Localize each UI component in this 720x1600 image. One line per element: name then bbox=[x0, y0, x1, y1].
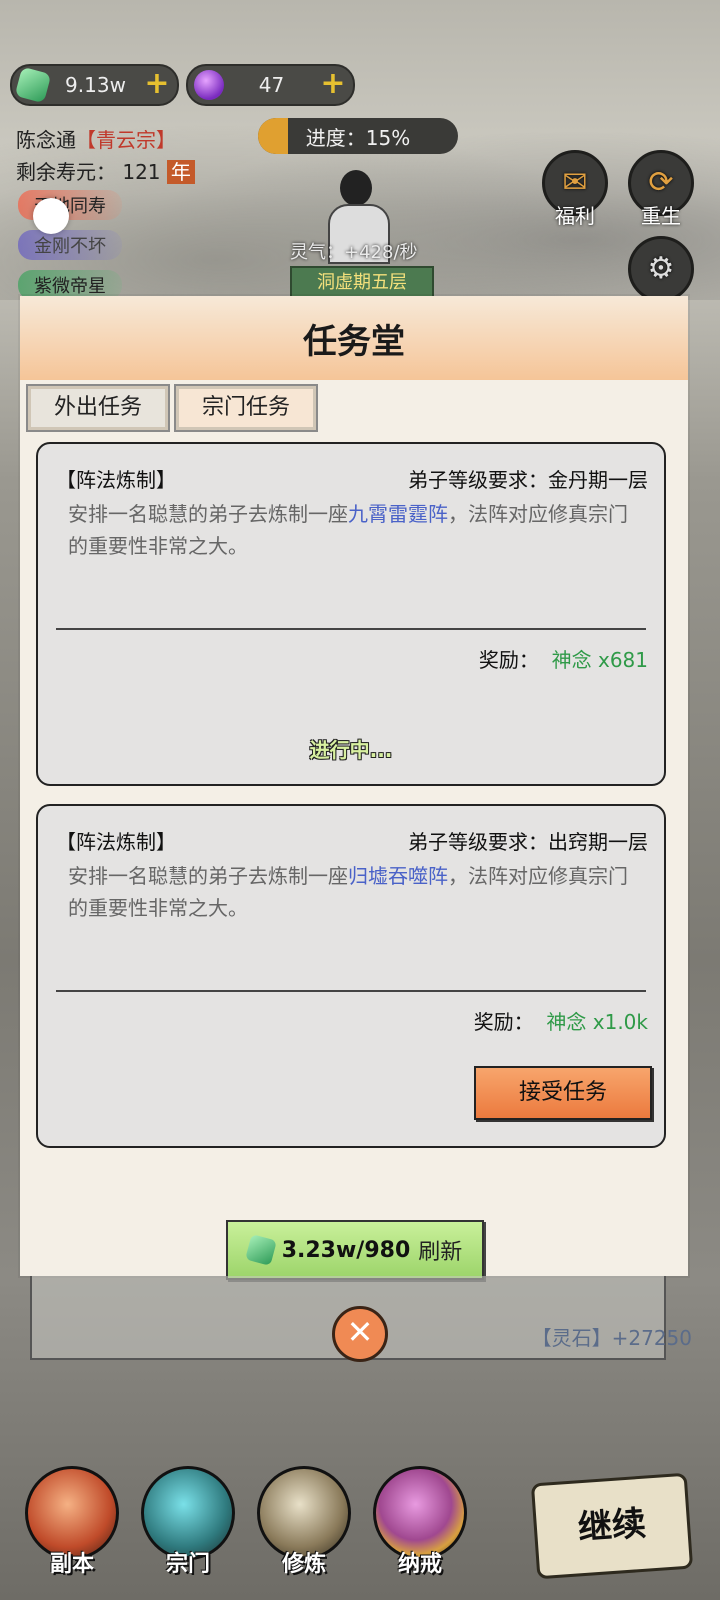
progress-bar: 进度：15% bbox=[258, 118, 458, 154]
purple-gem-icon bbox=[194, 70, 224, 100]
nav-sect-label: 宗门 bbox=[165, 1552, 210, 1577]
nav-ring-label: 纳戒 bbox=[397, 1552, 442, 1577]
task-hall-modal: 任务堂 外出任务 宗门任务 【阵法炼制】 弟子等级要求：金丹期一层 安排一名聪慧… bbox=[20, 296, 688, 1280]
tab-outing-tasks[interactable]: 外出任务 bbox=[26, 384, 170, 432]
add-gem-button[interactable]: + bbox=[319, 69, 347, 99]
reborn-label: 重生 bbox=[641, 204, 681, 228]
formation-name: 归墟吞噬阵 bbox=[348, 864, 448, 888]
task-card-1: 【阵法炼制】 弟子等级要求：金丹期一层 安排一名聪慧的弟子去炼制一座九霄雷霆阵，… bbox=[36, 442, 666, 786]
add-stone-button[interactable]: + bbox=[143, 69, 171, 99]
spirit-stone-counter: 9.13w + bbox=[10, 64, 179, 106]
nav-sect[interactable]: 宗门 bbox=[138, 1466, 238, 1578]
task-status: 进行中... bbox=[309, 738, 393, 762]
tab-sect-tasks[interactable]: 宗门任务 bbox=[174, 384, 318, 432]
refresh-cost: 3.23w/980 bbox=[281, 1237, 411, 1263]
life-line: 剩余寿元： 121 年 bbox=[16, 156, 195, 185]
bottom-nav: 副本 宗门 修炼 纳戒 继续 bbox=[0, 1440, 720, 1600]
spirit-stone-icon bbox=[244, 1234, 277, 1266]
nav-dungeon-label: 副本 bbox=[49, 1552, 94, 1577]
task-reward: 奖励： 神念 x681 bbox=[478, 648, 648, 672]
buff-2[interactable]: 金刚不坏 bbox=[18, 230, 122, 260]
task-title: 【阵法炼制】 bbox=[56, 830, 176, 854]
gem-counter: 47 + bbox=[186, 64, 355, 106]
lingqi-rate: 灵气：+428/秒 bbox=[290, 242, 418, 263]
life-value: 121 bbox=[122, 160, 161, 184]
task-reward: 奖励： 神念 x1.0k bbox=[473, 1010, 648, 1034]
formation-name: 九霄雷霆阵 bbox=[348, 502, 448, 526]
gear-icon: ⚙ bbox=[628, 236, 694, 302]
player-sect: 【青云宗】 bbox=[76, 128, 176, 152]
continue-scroll-button[interactable]: 继续 bbox=[530, 1472, 694, 1580]
spirit-stone-icon bbox=[14, 66, 52, 104]
spirit-stone-value: 9.13w bbox=[65, 73, 126, 97]
progress-fill bbox=[258, 118, 288, 154]
log-entry: 【灵石】+27250 bbox=[531, 1326, 692, 1350]
nav-cultivate-label: 修炼 bbox=[281, 1552, 326, 1577]
welfare-label: 福利 bbox=[555, 204, 595, 228]
task-requirement: 弟子等级要求：金丹期一层 bbox=[408, 468, 648, 492]
life-unit: 年 bbox=[166, 160, 195, 184]
player-name-line: 陈念通【青云宗】 bbox=[16, 124, 176, 153]
settings-button[interactable]: ⚙ bbox=[628, 236, 694, 302]
nav-cultivate[interactable]: 修炼 bbox=[254, 1466, 354, 1578]
player-name: 陈念通 bbox=[16, 128, 76, 152]
divider bbox=[56, 628, 646, 630]
floating-assist-dot[interactable] bbox=[33, 198, 69, 234]
modal-title: 任务堂 bbox=[20, 296, 688, 380]
refresh-button[interactable]: 3.23w/980 刷新 bbox=[226, 1220, 484, 1280]
nav-ring[interactable]: 纳戒 bbox=[370, 1466, 470, 1578]
reward-value: 神念 x1.0k bbox=[546, 1010, 648, 1034]
divider bbox=[56, 990, 646, 992]
close-icon[interactable]: ✕ bbox=[332, 1306, 388, 1362]
reborn-button[interactable]: ⟳ 重生 bbox=[628, 150, 694, 229]
task-requirement: 弟子等级要求：出窍期一层 bbox=[408, 830, 648, 854]
avatar-head bbox=[340, 170, 372, 206]
progress-label: 进度：15% bbox=[305, 125, 411, 150]
task-tabs: 外出任务 宗门任务 bbox=[26, 384, 318, 432]
accept-task-button[interactable]: 接受任务 bbox=[474, 1066, 652, 1120]
reward-value: 神念 x681 bbox=[551, 648, 648, 672]
task-card-2: 【阵法炼制】 弟子等级要求：出窍期一层 安排一名聪慧的弟子去炼制一座归墟吞噬阵，… bbox=[36, 804, 666, 1148]
gem-value: 47 bbox=[258, 73, 285, 97]
task-description: 安排一名聪慧的弟子去炼制一座归墟吞噬阵，法阵对应修真宗门的重要性非常之大。 bbox=[68, 864, 628, 920]
nav-dungeon[interactable]: 副本 bbox=[22, 1466, 122, 1578]
welfare-button[interactable]: ✉ 福利 bbox=[542, 150, 608, 229]
task-title: 【阵法炼制】 bbox=[56, 468, 176, 492]
task-description: 安排一名聪慧的弟子去炼制一座九霄雷霆阵，法阵对应修真宗门的重要性非常之大。 bbox=[68, 502, 628, 558]
life-label: 剩余寿元： bbox=[16, 160, 116, 184]
refresh-label: 刷新 bbox=[418, 1240, 463, 1265]
